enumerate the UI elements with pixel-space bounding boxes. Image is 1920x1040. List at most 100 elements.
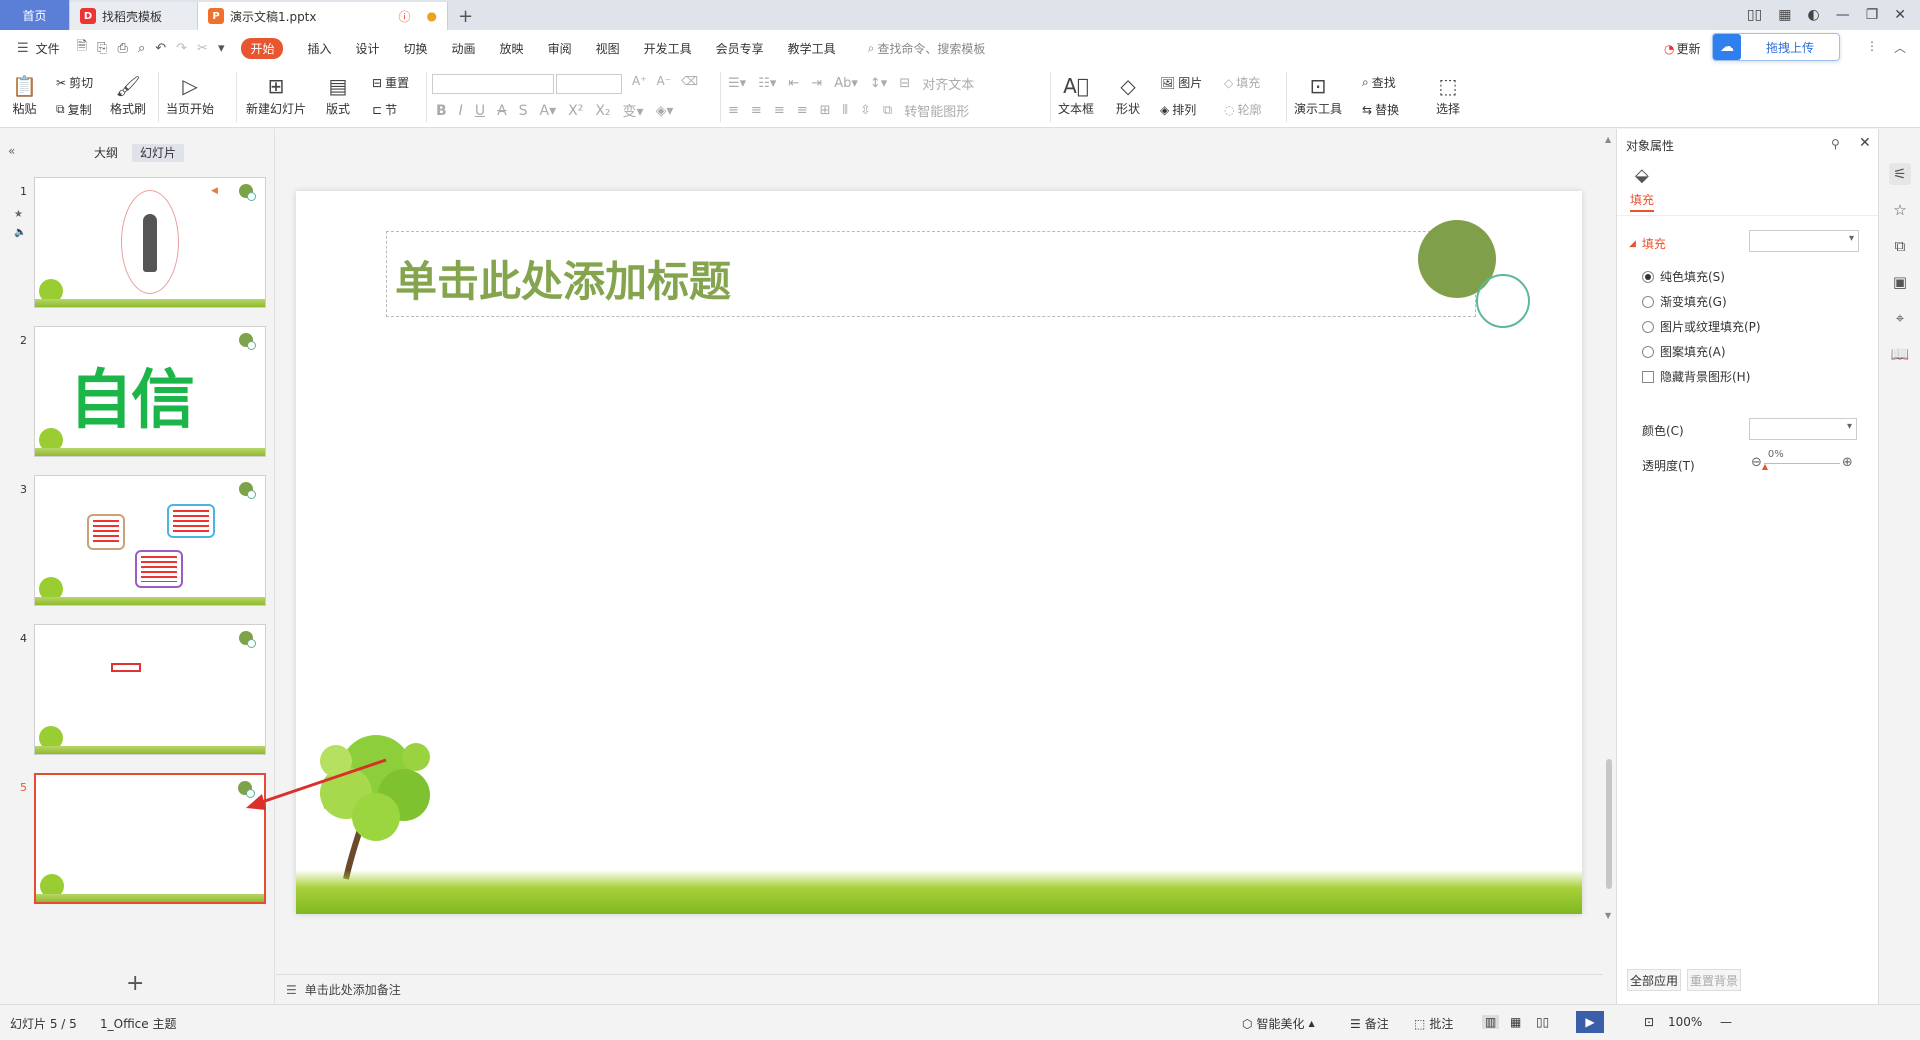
menu-view[interactable]: 视图 [596,40,620,57]
superscript-icon[interactable]: X² [568,103,583,119]
slide-thumbnail-1[interactable]: ◀ [34,177,266,308]
solid-fill-option[interactable]: 纯色填充(S) [1642,268,1725,285]
align-left-icon[interactable]: ≡ [728,103,739,118]
restore-icon[interactable]: ❐ [1866,7,1879,23]
tab-outline[interactable]: 大纲 [86,144,126,162]
fit-icon[interactable]: ⊡ [1644,1015,1654,1029]
notes-area[interactable]: ☰ 单击此处添加备注 [276,974,1603,1004]
animation-icon[interactable]: ☆ [1889,199,1911,221]
slide-thumbnail-5[interactable] [34,773,266,904]
image-tool-icon[interactable]: ▣ [1889,271,1911,293]
replace-button[interactable]: ⇆ 替换 [1362,101,1399,118]
smartart-label[interactable]: 转智能图形 [904,101,969,120]
tab-slides[interactable]: 幻灯片 [132,144,185,162]
scroll-down-icon[interactable]: ▼ [1605,911,1611,920]
bold-icon[interactable]: B [436,103,447,119]
minus-icon[interactable]: ⊖ [1751,455,1762,470]
menu-member[interactable]: 会员专享 [716,40,764,57]
align-text-label[interactable]: 对齐文本 [922,74,974,93]
slide-thumbnail-2[interactable]: 自信 [34,326,266,457]
align-right-icon[interactable]: ≡ [774,103,785,118]
fill-tab[interactable]: 填充 [1630,191,1655,212]
decor-ring[interactable] [1476,274,1530,328]
transparency-slider[interactable]: ⊖ ▲ 0% ⊕ [1751,449,1853,471]
fill-button[interactable]: ◇ 填充 [1224,74,1260,91]
close-icon[interactable]: ✕ [1894,7,1906,23]
textbox-button[interactable]: A⃞ 文本框 [1058,72,1094,117]
menu-start[interactable]: 开始 [241,37,284,59]
bullets-icon[interactable]: ☰▾ [728,76,746,91]
menu-slideshow[interactable]: 放映 [500,40,524,57]
export-icon[interactable]: ⎘ [97,41,107,56]
underline-icon[interactable]: U [475,103,485,119]
present-tool-button[interactable]: ⊡ 演示工具 [1294,72,1342,117]
format-painter-button[interactable]: 🖌 格式刷 [110,72,146,117]
paste-button[interactable]: 📋 粘贴 [12,72,37,117]
color-select[interactable] [1749,418,1857,440]
reset-button[interactable]: ⊟ 重置 [372,74,409,91]
zoom-level[interactable]: 100% [1668,1015,1702,1029]
copy-button[interactable]: ⧉ 复制 [56,101,92,118]
preview-icon[interactable]: ⌕ [138,41,145,56]
phonetic-icon[interactable]: 变▾ [623,101,644,121]
new-slide-button[interactable]: ⊞ 新建幻灯片 [246,72,306,117]
shrink-font-icon[interactable]: A⁻ [657,74,672,88]
indent-increase-icon[interactable]: ⇥ [811,76,822,91]
italic-icon[interactable]: I [459,103,463,119]
apply-all-button[interactable]: 全部应用 [1627,969,1681,991]
grow-font-icon[interactable]: A⁺ [632,74,647,88]
collapse-pane-icon[interactable]: « [8,144,15,158]
upload-button[interactable]: ☁ 拖拽上传 [1712,33,1840,61]
menu-developer[interactable]: 开发工具 [644,40,692,57]
pin-icon[interactable]: ⚲ [1831,137,1840,151]
text-direction-icon[interactable]: Ab▾ [834,76,858,91]
avatar[interactable]: ◐ [1807,7,1819,23]
zoom-out-icon[interactable]: — [1720,1015,1732,1029]
new-tab-button[interactable]: + [448,2,483,30]
redo-icon[interactable]: ↷ [176,41,187,56]
comment-button[interactable]: ⬚ 批注 [1414,1015,1453,1032]
fill-type-select[interactable] [1749,230,1859,252]
copy-slides-icon[interactable]: ⧉ [1889,235,1911,257]
section-button[interactable]: ⊏ 节 [372,101,397,118]
picture-fill-option[interactable]: 图片或纹理填充(P) [1642,318,1761,335]
cut-button[interactable]: ✂ 剪切 [56,74,93,91]
para-spacing-icon[interactable]: ⇳ [860,103,871,118]
properties-icon[interactable]: ⚟ [1889,163,1911,185]
menu-file[interactable]: 文件 [36,40,60,57]
shadow-icon[interactable]: S [519,103,528,119]
beautify-button[interactable]: ⬡ 智能美化 ▲ [1242,1015,1315,1032]
more-icon[interactable]: ▾ [218,41,225,56]
strike-icon[interactable]: A [497,103,507,119]
sorter-view-icon[interactable]: ▦ [1510,1015,1521,1029]
slider-thumb[interactable]: ▲ [1762,462,1768,471]
subscript-icon[interactable]: X₂ [595,103,610,119]
tab-home[interactable]: 首页 [0,0,70,30]
distribute-icon[interactable]: ⊞ [820,103,831,118]
font-name-select[interactable] [432,74,554,94]
pattern-fill-option[interactable]: 图案填充(A) [1642,343,1726,360]
numbering-icon[interactable]: ☷▾ [758,76,776,91]
tab-template[interactable]: D 找稻壳模板 [70,2,198,30]
panel-close-icon[interactable]: ✕ [1859,135,1871,151]
theme-name[interactable]: 1_Office 主题 [100,1015,176,1032]
outline-button[interactable]: ◌ 轮廓 [1224,101,1262,118]
font-size-select[interactable] [556,74,622,94]
notes-toggle-button[interactable]: ☰ 备注 [1350,1015,1389,1032]
line-spacing-icon[interactable]: ↕▾ [870,76,887,91]
gradient-fill-option[interactable]: 渐变填充(G) [1642,293,1727,310]
fill-section-header[interactable]: ◢ 填充 [1629,235,1666,252]
hamburger-icon[interactable]: ☰ [17,41,29,56]
tree-image[interactable] [306,721,446,881]
align-text-icon[interactable]: ⊟ [899,76,910,91]
scroll-up-icon[interactable]: ▲ [1605,135,1611,144]
search-box[interactable]: ⌕ 查找命令、搜索模板 [868,40,986,57]
slide-thumbnail-4[interactable] [34,624,266,755]
tab-document[interactable]: P 演示文稿1.pptx ⓘ ● [198,2,448,30]
menu-insert[interactable]: 插入 [307,40,331,57]
grid-icon[interactable]: ▦ [1778,7,1791,23]
justify-icon[interactable]: ≡ [797,103,808,118]
title-text[interactable]: 单击此处添加标题 [395,248,731,309]
align-center-icon[interactable]: ≡ [751,103,762,118]
more-menu-icon[interactable]: ⋮ [1866,39,1878,53]
